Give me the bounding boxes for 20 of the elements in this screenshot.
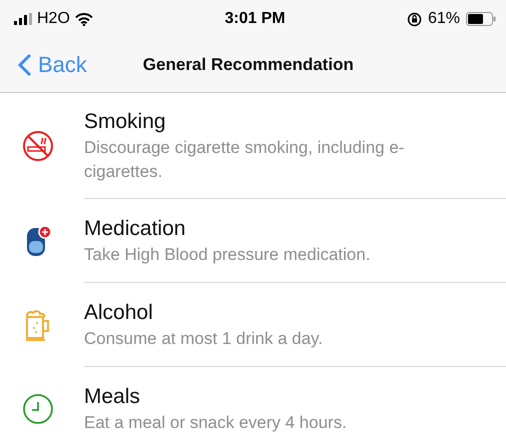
item-title: Alcohol [84, 300, 154, 326]
item-description: Discourage cigarette smoking, including e-cigarettes. [84, 136, 406, 182]
clock-time: 3:01 PM [224, 10, 286, 28]
rotation-lock-icon [406, 12, 422, 26]
back-chevron-icon [18, 53, 32, 77]
signal-icon [14, 13, 32, 25]
item-description: Eat a meal or snack every 4 hours. [84, 412, 348, 434]
item-title: Meals [84, 384, 142, 410]
carrier-name: H2O [37, 10, 70, 28]
battery-percent: 61% [428, 10, 460, 28]
wifi-icon [74, 12, 93, 26]
item-description: Take High Blood pressure medication. [84, 244, 372, 266]
battery-icon [466, 12, 496, 26]
item-title: Medication [84, 216, 187, 242]
back-button[interactable]: Back [18, 52, 87, 78]
clock-icon [22, 393, 54, 425]
screen-title: General Recommendation [142, 55, 354, 75]
item-description: Consume at most 1 drink a day. [84, 328, 324, 350]
item-title: Smoking [84, 108, 167, 134]
no-smoking-icon [22, 130, 54, 162]
